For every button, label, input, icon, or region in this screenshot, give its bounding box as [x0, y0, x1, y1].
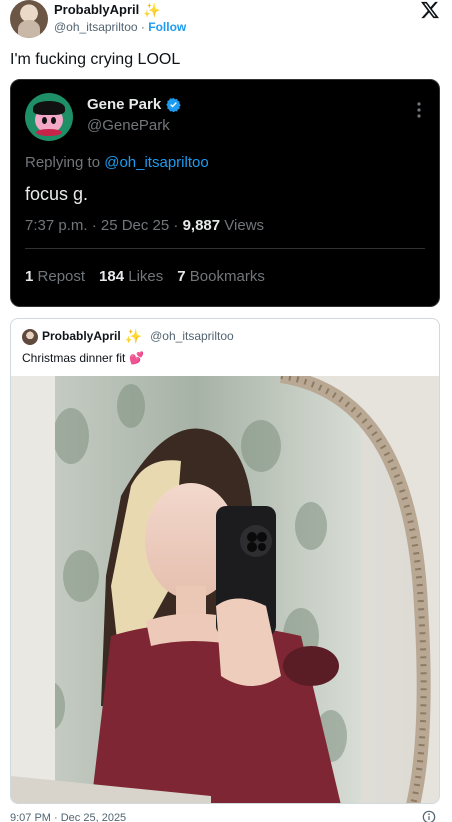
tweet-text: I'm fucking crying LOOL — [10, 51, 181, 68]
separator: · — [140, 20, 145, 34]
reply-text: focus g. — [25, 184, 89, 204]
reply-author-name[interactable]: Gene Park — [87, 96, 161, 113]
quoted-tweet-text-row: Christmas dinner fit 💕 — [22, 351, 144, 365]
quoted-tweet-text: Christmas dinner fit — [22, 351, 126, 365]
embedded-reply-card[interactable]: Gene Park @GenePark Replying to @oh_itsa… — [10, 79, 440, 307]
tweet-timestamp[interactable]: 9:07 PM · Dec 25, 2025 — [10, 812, 126, 822]
mirror-selfie-photo[interactable] — [11, 376, 440, 804]
quoted-tweet-card[interactable]: ProbablyApril ✨ @oh_itsapriltoo Christma… — [10, 318, 440, 804]
replying-to-line: Replying to @oh_itsapriltoo — [25, 154, 209, 171]
heart-icon: 💕 — [129, 351, 145, 365]
info-icon[interactable] — [422, 810, 436, 822]
follow-button[interactable]: Follow — [148, 20, 186, 34]
quoted-author-avatar[interactable] — [22, 329, 38, 345]
gene-park-avatar[interactable] — [25, 93, 73, 141]
quoted-author-row: ProbablyApril ✨ @oh_itsapriltoo — [42, 329, 234, 343]
tweet-header: ProbablyApril ✨ @oh_itsapriltoo · Follow — [10, 0, 442, 40]
replying-to-mention[interactable]: @oh_itsapriltoo — [104, 154, 208, 171]
author-display-name[interactable]: ProbablyApril — [54, 2, 139, 17]
sparkle-icon: ✨ — [143, 1, 161, 18]
likes-stat[interactable]: 184 Likes — [99, 268, 163, 285]
reply-author-handle[interactable]: @GenePark — [87, 117, 170, 134]
divider — [25, 248, 425, 249]
author-handle[interactable]: @oh_itsapriltoo — [54, 20, 138, 34]
verified-badge-icon — [166, 97, 181, 112]
views-count: 9,887 — [182, 217, 221, 234]
more-icon[interactable] — [417, 102, 421, 118]
reply-author-row: Gene Park — [87, 96, 181, 113]
replying-prefix: Replying to — [25, 154, 101, 171]
views-label: Views — [224, 217, 265, 234]
sparkle-icon: ✨ — [124, 328, 143, 344]
engagement-stats: 1 Repost 184 Likes 7 Bookmarks — [25, 268, 265, 285]
author-avatar[interactable] — [10, 0, 48, 38]
reply-meta: 7:37 p.m. · 25 Dec 25 · 9,887 Views — [25, 217, 264, 234]
tweet-footer: 9:07 PM · Dec 25, 2025 — [10, 810, 440, 822]
bookmarks-stat[interactable]: 7 Bookmarks — [177, 268, 265, 285]
author-name-row: ProbablyApril ✨ — [54, 2, 161, 17]
author-handle-row: @oh_itsapriltoo · Follow — [54, 20, 186, 34]
x-logo-icon[interactable] — [420, 0, 440, 20]
quoted-author-name[interactable]: ProbablyApril — [42, 329, 121, 343]
reply-timestamp[interactable]: 7:37 p.m. · 25 Dec 25 · — [25, 217, 178, 234]
quoted-author-handle[interactable]: @oh_itsapriltoo — [150, 329, 234, 343]
reposts-stat[interactable]: 1 Repost — [25, 268, 85, 285]
